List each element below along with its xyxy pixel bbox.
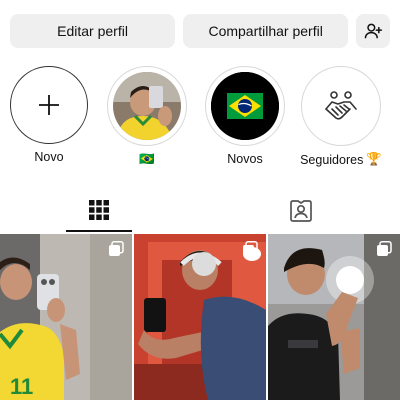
highlight-brazil[interactable]: 🇧🇷 (102, 66, 192, 167)
edit-profile-button[interactable]: Editar perfil (10, 14, 176, 48)
highlight-photo (113, 72, 181, 140)
tab-tagged[interactable] (268, 190, 334, 232)
story-highlights: Novo 🇧🇷 Novos Seguidores 🏆 (0, 66, 400, 176)
brazil-flag-icon (211, 72, 279, 140)
tagged-person-icon (290, 200, 312, 222)
post-thumbnail[interactable] (134, 234, 266, 400)
post-thumbnail[interactable]: 11 (0, 234, 132, 400)
highlight-label: Novo (34, 150, 64, 164)
multiple-posts-icon (243, 241, 258, 256)
highlight-label: Novos (227, 152, 263, 166)
share-profile-button[interactable]: Compartilhar perfil (183, 14, 349, 48)
highlight-new[interactable]: Novo (4, 66, 94, 164)
highlight-cover (307, 72, 375, 140)
highlight-label: Seguidores 🏆 (300, 152, 382, 167)
plus-icon (39, 95, 59, 115)
profile-actions: Editar perfil Compartilhar perfil (10, 14, 390, 48)
post-thumbnail[interactable] (268, 234, 400, 400)
highlight-ring[interactable] (301, 66, 381, 146)
tab-grid[interactable] (66, 190, 132, 232)
highlight-ring[interactable] (205, 66, 285, 146)
multiple-posts-icon (109, 241, 124, 256)
posts-grid: 11 (0, 234, 400, 400)
highlight-cover (211, 72, 279, 140)
highlight-novos[interactable]: Novos (200, 66, 290, 166)
highlight-seguidores[interactable]: Seguidores 🏆 (296, 66, 386, 167)
add-person-button[interactable] (356, 14, 390, 48)
highlight-label: 🇧🇷 (139, 152, 155, 166)
grid-icon (89, 200, 109, 220)
multiple-posts-icon (377, 241, 392, 256)
highlight-ring[interactable] (107, 66, 187, 146)
svg-text:11: 11 (10, 374, 33, 399)
profile-tabs (0, 190, 400, 232)
new-highlight-circle[interactable] (10, 66, 88, 144)
add-person-icon (364, 23, 383, 39)
handshake-icon (325, 91, 357, 120)
